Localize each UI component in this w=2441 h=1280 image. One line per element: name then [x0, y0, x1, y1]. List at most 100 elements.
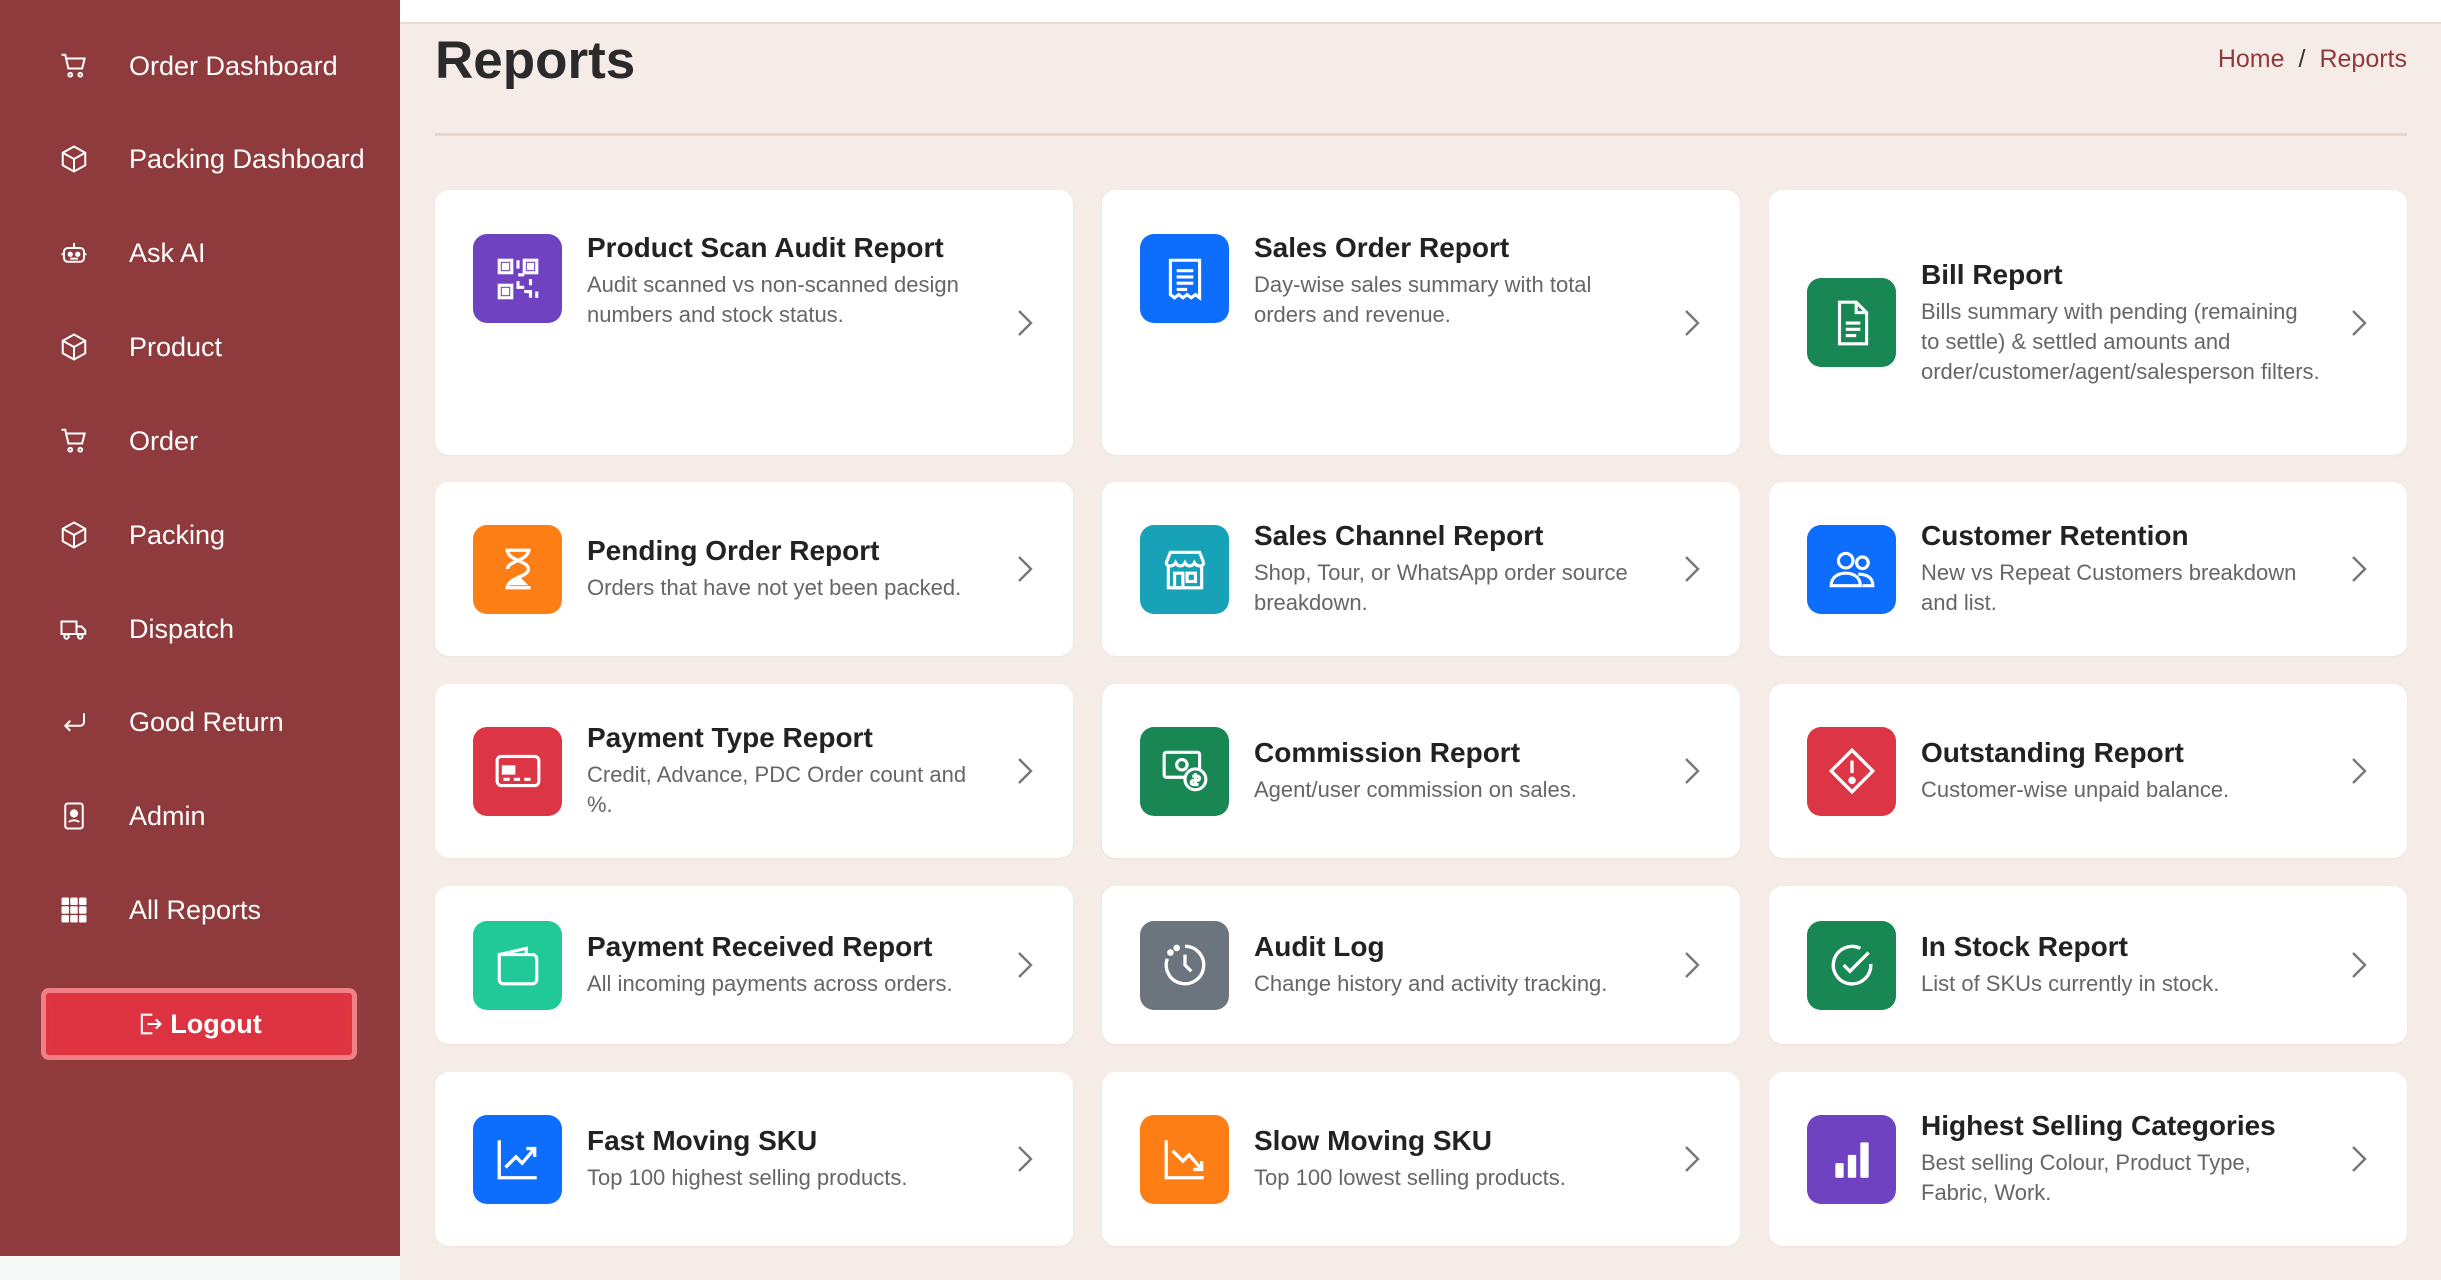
report-card-fast-moving-sku[interactable]: Fast Moving SKU Top 100 highest selling … — [435, 1072, 1073, 1246]
sidebar-item-packing-dashboard[interactable]: Packing Dashboard — [0, 129, 400, 189]
grid-icon — [57, 893, 91, 927]
card-description: Day-wise sales summary with total orders… — [1254, 272, 1592, 327]
logout-focus-ring: Logout — [41, 988, 357, 1060]
sidebar-item-product[interactable]: Product — [0, 317, 400, 377]
report-card-customer-retention[interactable]: Customer Retention New vs Repeat Custome… — [1769, 482, 2407, 656]
report-card-in-stock[interactable]: In Stock Report List of SKUs currently i… — [1769, 886, 2407, 1044]
truck-icon — [57, 612, 91, 646]
report-card-slow-moving-sku[interactable]: Slow Moving SKU Top 100 lowest selling p… — [1102, 1072, 1740, 1246]
trend-up-icon — [473, 1114, 562, 1204]
report-card-product-scan-audit[interactable]: Product Scan Audit Report Audit scanned … — [435, 190, 1073, 455]
sidebar-item-order[interactable]: Order — [0, 411, 400, 471]
sidebar-item-all-reports[interactable]: All Reports — [0, 880, 400, 940]
cart-icon — [57, 49, 91, 83]
chevron-right-icon — [1018, 1146, 1033, 1172]
breadcrumb-separator: / — [2298, 45, 2306, 73]
report-card-outstanding[interactable]: Outstanding Report Customer-wise unpaid … — [1769, 684, 2407, 858]
shop-icon — [1140, 524, 1229, 614]
sidebar-item-dispatch[interactable]: Dispatch — [0, 599, 400, 659]
id-badge-icon — [57, 799, 91, 833]
hourglass-icon — [473, 524, 562, 614]
sidebar-item-label: Ask AI — [129, 237, 206, 268]
chevron-right-icon — [1685, 758, 1700, 784]
card-title: Sales Channel Report — [1254, 520, 1544, 551]
report-card-sales-order[interactable]: Sales Order Report Day-wise sales summar… — [1102, 190, 1740, 455]
report-card-commission[interactable]: Commission Report Agent/user commission … — [1102, 684, 1740, 858]
card-title: Audit Log — [1254, 931, 1385, 962]
breadcrumb-home-link[interactable]: Home — [2218, 45, 2285, 74]
card-description: Shop, Tour, or WhatsApp order source bre… — [1254, 560, 1628, 615]
sidebar-item-label: Product — [129, 331, 223, 362]
card-title: Bill Report — [1921, 258, 2063, 290]
header-divider — [435, 133, 2407, 136]
chevron-right-icon — [2352, 952, 2367, 978]
sidebar-item-good-return[interactable]: Good Return — [0, 692, 400, 752]
chevron-right-icon — [1685, 556, 1700, 582]
wallet-icon — [473, 920, 562, 1010]
cash-coin-icon — [1140, 726, 1229, 816]
sidebar-item-label: Good Return — [129, 706, 284, 737]
report-card-payment-type[interactable]: Payment Type Report Credit, Advance, PDC… — [435, 684, 1073, 858]
chevron-right-icon — [1018, 556, 1033, 582]
sidebar-item-label: Dispatch — [129, 613, 235, 644]
users-icon — [1807, 524, 1896, 614]
card-title: Slow Moving SKU — [1254, 1125, 1492, 1156]
sidebar-item-label: Packing — [129, 519, 226, 550]
warning-diamond-icon — [1807, 726, 1896, 816]
card-description: Orders that have not yet been packed. — [587, 575, 962, 600]
card-description: Bills summary with pending (remaining to… — [1921, 298, 2320, 384]
sidebar-item-label: Order Dashboard — [129, 50, 338, 81]
sidebar-item-ask-ai[interactable]: Ask AI — [0, 223, 400, 283]
card-title: Highest Selling Categories — [1921, 1110, 2276, 1141]
box-icon — [57, 518, 91, 552]
card-description: Customer-wise unpaid balance. — [1921, 777, 2230, 802]
chevron-right-icon — [1018, 952, 1033, 978]
sidebar-item-label: All Reports — [129, 894, 262, 925]
top-bar — [400, 0, 2441, 24]
chevron-right-icon — [1685, 1146, 1700, 1172]
check-circle-icon — [1807, 920, 1896, 1010]
clock-history-icon — [1140, 920, 1229, 1010]
chevron-right-icon — [1018, 309, 1033, 336]
card-title: Sales Order Report — [1254, 232, 1510, 263]
card-description: Best selling Colour, Product Type, Fabri… — [1921, 1150, 2251, 1205]
card-description: Agent/user commission on sales. — [1254, 777, 1577, 802]
card-title: Payment Received Report — [587, 931, 933, 962]
trend-down-icon — [1140, 1114, 1229, 1204]
logout-button[interactable]: Logout — [53, 1001, 345, 1047]
report-card-bill[interactable]: Bill Report Bills summary with pending (… — [1769, 190, 2407, 455]
chevron-right-icon — [2352, 1146, 2367, 1172]
logout-icon — [141, 1013, 163, 1035]
chevron-right-icon — [2352, 556, 2367, 582]
report-card-audit-log[interactable]: Audit Log Change history and activity tr… — [1102, 886, 1740, 1044]
chevron-right-icon — [1018, 758, 1033, 784]
receipt-icon — [1140, 234, 1229, 323]
page-title: Reports — [435, 31, 636, 90]
sidebar-item-order-dashboard[interactable]: Order Dashboard — [0, 36, 400, 96]
chevron-right-icon — [1685, 309, 1700, 336]
report-card-pending-order[interactable]: Pending Order Report Orders that have no… — [435, 482, 1073, 656]
cart-icon — [57, 424, 91, 458]
sidebar-item-admin[interactable]: Admin — [0, 786, 400, 846]
card-description: Audit scanned vs non-scanned design numb… — [587, 272, 959, 327]
breadcrumb: Home / Reports — [2218, 45, 2407, 74]
card-title: Product Scan Audit Report — [587, 232, 944, 263]
card-title: Outstanding Report — [1921, 737, 2184, 768]
chevron-right-icon — [2352, 309, 2367, 336]
card-title: Payment Type Report — [587, 722, 873, 753]
report-card-payment-received[interactable]: Payment Received Report All incoming pay… — [435, 886, 1073, 1044]
credit-card-icon — [473, 726, 562, 816]
report-card-highest-selling-categories[interactable]: Highest Selling Categories Best selling … — [1769, 1072, 2407, 1246]
document-icon — [1807, 278, 1896, 367]
sidebar-footer-strip — [0, 1256, 400, 1280]
card-title: Pending Order Report — [587, 535, 880, 566]
report-card-sales-channel[interactable]: Sales Channel Report Shop, Tour, or What… — [1102, 482, 1740, 656]
qr-code-icon — [473, 234, 562, 323]
breadcrumb-current: Reports — [2319, 45, 2407, 73]
box-icon — [57, 142, 91, 176]
bar-chart-icon — [1807, 1114, 1896, 1204]
chevron-right-icon — [2352, 758, 2367, 784]
card-description: Top 100 lowest selling products. — [1254, 1165, 1566, 1190]
sidebar-item-packing[interactable]: Packing — [0, 505, 400, 565]
card-title: Fast Moving SKU — [587, 1125, 818, 1156]
